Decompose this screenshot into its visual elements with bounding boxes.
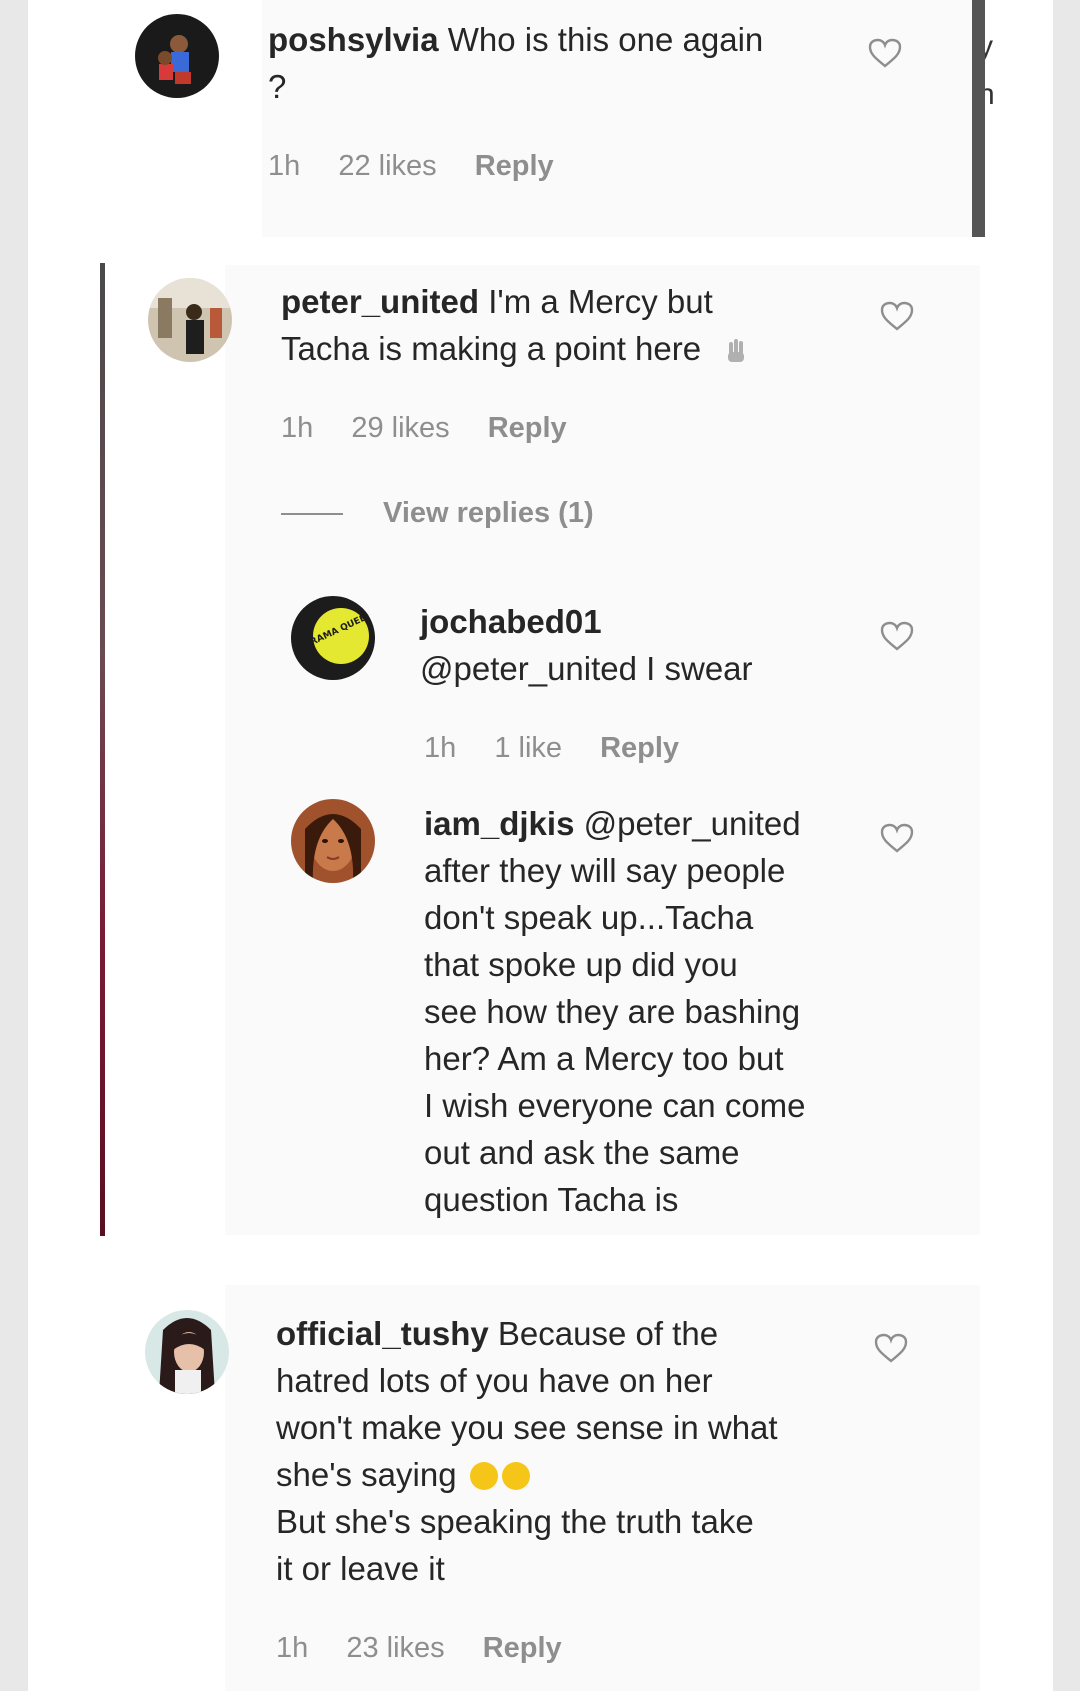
- username-link[interactable]: jochabed01: [420, 603, 602, 640]
- waving-hands-emoji: [728, 339, 745, 362]
- like-heart-icon[interactable]: [880, 823, 914, 853]
- reply-button[interactable]: Reply: [483, 1632, 562, 1665]
- reply-button[interactable]: Reply: [475, 150, 554, 183]
- comment-meta: 1h 23 likes Reply: [276, 1632, 592, 1665]
- like-heart-icon[interactable]: [880, 301, 914, 331]
- smiling-face-emoji: [469, 1462, 498, 1490]
- timestamp: 1h: [276, 1632, 309, 1664]
- username-link[interactable]: iam_djkis: [424, 805, 574, 842]
- timestamp: 1h: [281, 412, 314, 444]
- comment-text: peter_united I'm a Mercy but Tacha is ma…: [281, 278, 841, 372]
- likes-count[interactable]: 29 likes: [351, 412, 449, 445]
- reply-meta: 1h 1 like Reply: [424, 732, 709, 765]
- reply-button[interactable]: Reply: [600, 732, 679, 765]
- smiling-face-emoji: [501, 1462, 530, 1490]
- timestamp: 1h: [268, 150, 301, 182]
- avatar[interactable]: DRAMA QUEEN: [291, 596, 375, 680]
- avatar[interactable]: [145, 1310, 229, 1394]
- like-heart-icon[interactable]: [868, 38, 902, 68]
- divider-dash: [281, 513, 343, 516]
- avatar[interactable]: [135, 14, 219, 98]
- comment-text: official_tushy Because of the hatred lot…: [276, 1315, 778, 1587]
- like-heart-icon[interactable]: [880, 621, 914, 651]
- comment-text: poshsylvia Who is this one again ?: [268, 21, 764, 105]
- username-link[interactable]: official_tushy: [276, 1315, 489, 1352]
- timestamp: 1h: [424, 732, 457, 764]
- reply-text: jochabed01 @peter_united I swear: [420, 603, 753, 687]
- scrollbar[interactable]: [972, 0, 985, 237]
- likes-count[interactable]: 22 likes: [338, 150, 436, 183]
- reply-button[interactable]: Reply: [488, 412, 567, 445]
- username-link[interactable]: poshsylvia: [268, 21, 439, 58]
- like-heart-icon[interactable]: [874, 1333, 908, 1363]
- comment-meta: 1h 22 likes Reply: [268, 150, 584, 183]
- likes-count[interactable]: 1 like: [494, 732, 562, 765]
- view-replies-toggle[interactable]: View replies (1): [281, 497, 594, 530]
- likes-count[interactable]: 23 likes: [346, 1632, 444, 1665]
- username-link[interactable]: peter_united: [281, 283, 479, 320]
- reply-text: iam_djkis @peter_united after they will …: [424, 805, 806, 1218]
- avatar[interactable]: [148, 278, 232, 362]
- comment-meta: 1h 29 likes Reply: [281, 412, 597, 445]
- thread-indicator: [100, 263, 105, 1236]
- avatar[interactable]: [291, 799, 375, 883]
